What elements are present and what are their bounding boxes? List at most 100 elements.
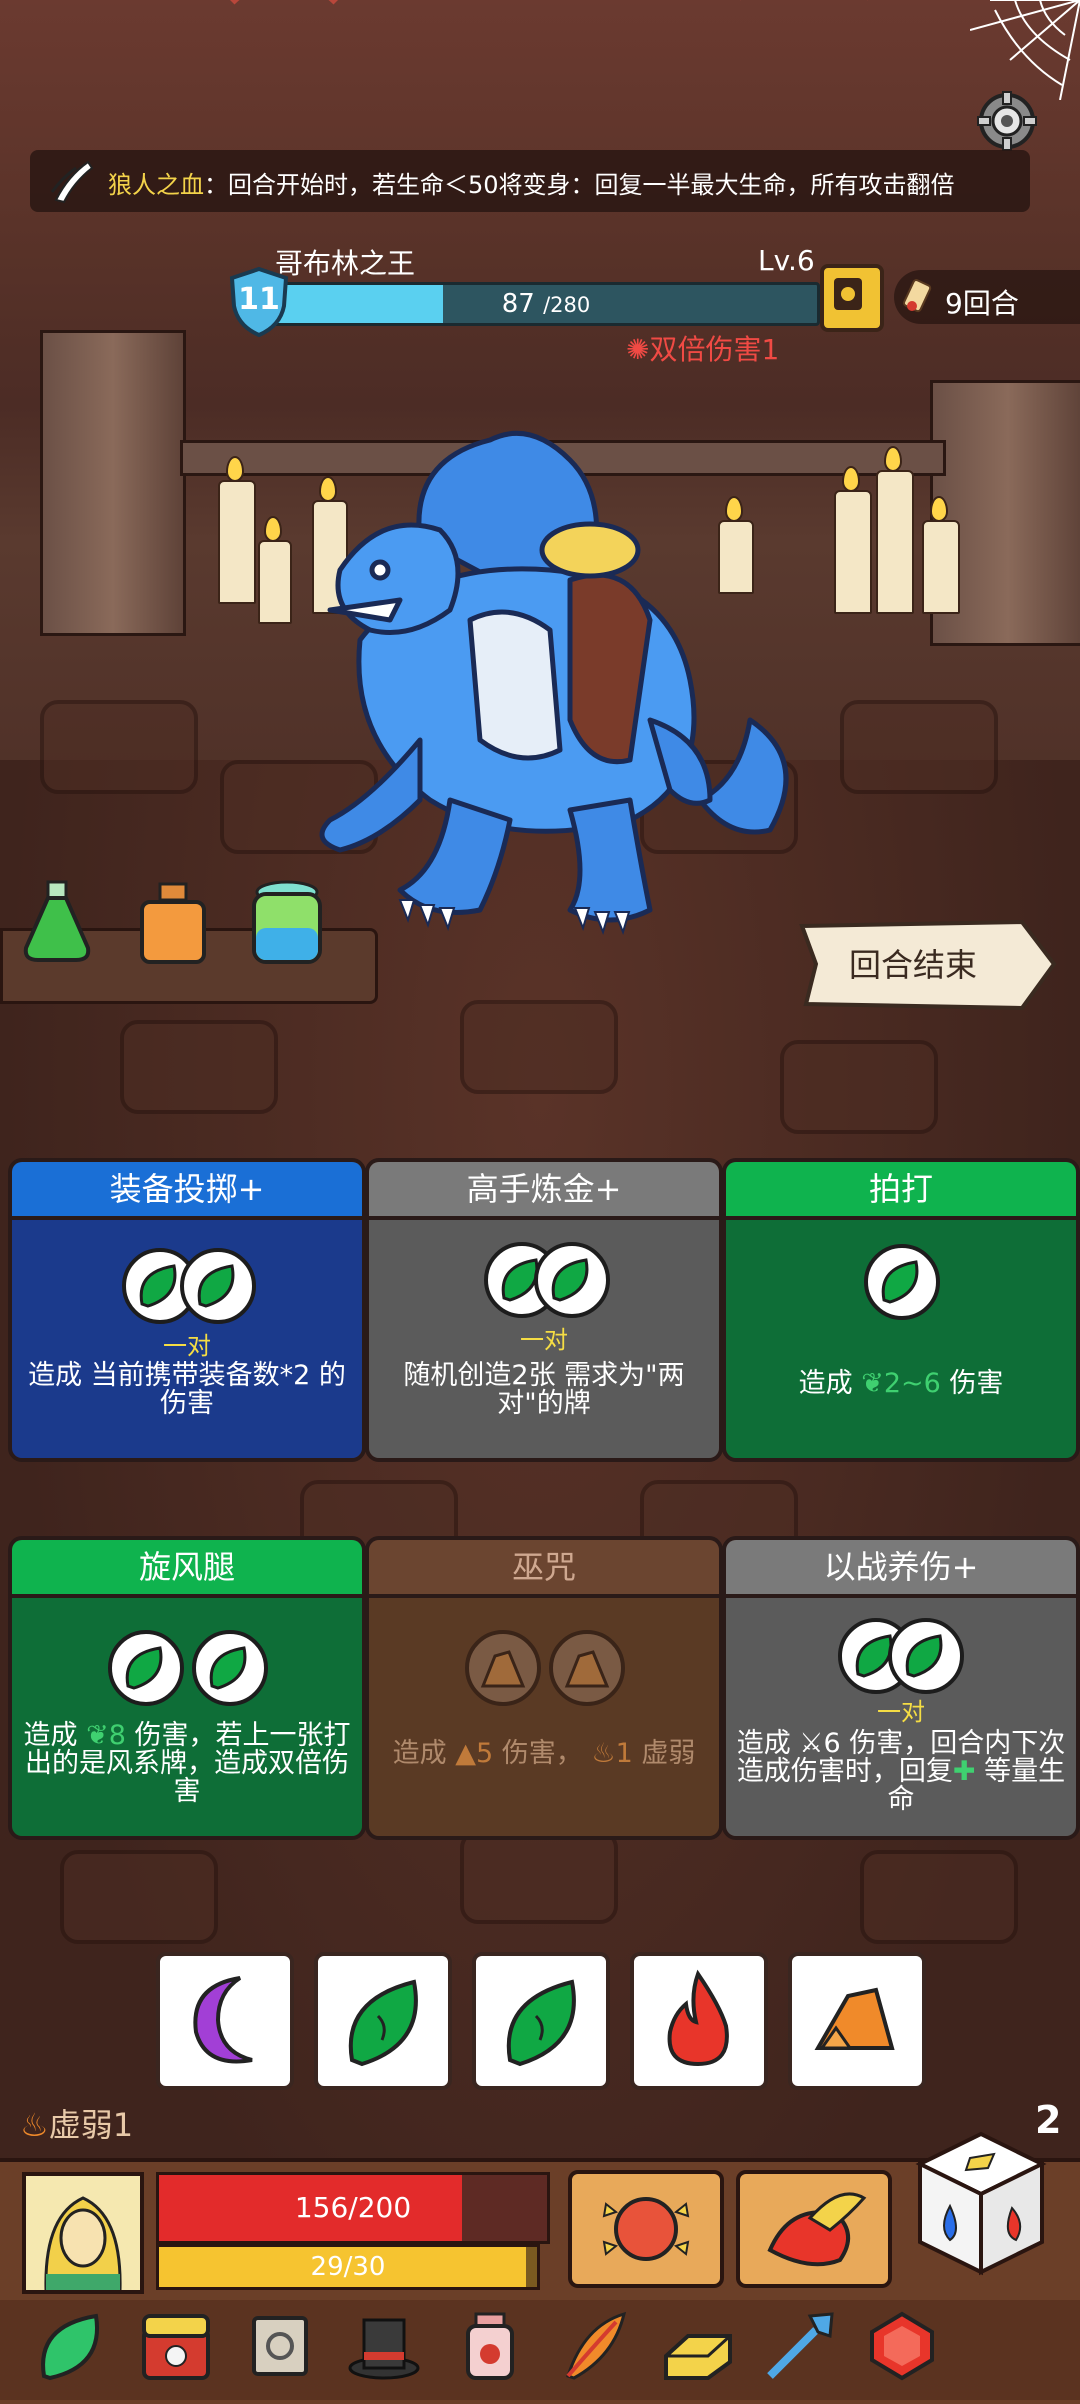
card-description: 造成 ❦8 伤害，若上一张打出的是风系牌，造成双倍伤害: [22, 1722, 352, 1806]
card-requirement: 一对: [877, 1698, 925, 1726]
cobweb-decoration: [970, 0, 1080, 100]
die-rock[interactable]: [788, 1952, 926, 2090]
feather-relic-icon[interactable]: [554, 2306, 634, 2386]
skill-punch[interactable]: [568, 2170, 724, 2288]
floor-tile: [60, 1850, 218, 1944]
orange-potion-icon[interactable]: [128, 878, 218, 968]
card-requirement: 一对: [520, 1326, 568, 1354]
enemy-passive-text: 狼人之血：回合开始时，若生命＜50将变身：回复一半最大生命，所有攻击翻倍: [108, 165, 955, 200]
stone-pillar: [40, 330, 186, 636]
candle: [876, 470, 914, 614]
double-damage-icon: ✺: [626, 333, 650, 366]
card-title: 旋风腿: [12, 1540, 362, 1598]
werewolf-enemy[interactable]: [270, 420, 810, 940]
die-moon[interactable]: [156, 1952, 294, 2090]
enemy-intent-icon[interactable]: [820, 264, 884, 332]
leaf-relic-icon[interactable]: [30, 2306, 110, 2386]
floor-tile: [40, 700, 198, 794]
enemy-health-bar: 87 /280: [272, 282, 820, 326]
card-description: 造成 ❦2~6 伤害: [736, 1370, 1066, 1398]
candle: [922, 520, 960, 614]
fist-icon: [602, 2197, 690, 2261]
fire-icon: [667, 1969, 729, 2067]
player-health-text: 156/200: [294, 2191, 412, 2224]
card-body: 一对 造成 ⚔6 伤害，回合内下次造成伤害时，回复✚ 等量生命: [726, 1598, 1076, 1836]
leaf-rune-icon: [192, 1630, 268, 1706]
fire-burst-icon: [767, 2192, 867, 2267]
trident-relic-icon[interactable]: [760, 2306, 840, 2386]
leaf-icon: [506, 1979, 576, 2067]
rainbow-potion-icon[interactable]: [242, 878, 332, 968]
green-potion-icon[interactable]: [12, 876, 102, 966]
card-title: 以战养伤+: [726, 1540, 1076, 1598]
desc-text: 伤害: [940, 1368, 1004, 1399]
scroll-relic-icon[interactable]: [240, 2306, 320, 2386]
die-fire[interactable]: [630, 1952, 768, 2090]
card-hex-curse[interactable]: 巫咒 造成 ▲5 伤害， ♨1 虚弱: [365, 1536, 723, 1840]
card-slap[interactable]: 拍打 造成 ❦2~6 伤害: [722, 1158, 1080, 1462]
treasure-chest-relic-icon[interactable]: [136, 2306, 216, 2386]
desc-text: 造成: [736, 1728, 800, 1759]
enemy-level: Lv.6: [758, 244, 815, 277]
player-weak-status: ♨虚弱1: [20, 2100, 133, 2146]
element-dice-cube[interactable]: [912, 2128, 1050, 2278]
card-body: 造成 ❦8 伤害，若上一张打出的是风系牌，造成双倍伤害: [12, 1598, 362, 1836]
floor-tile: [840, 700, 998, 794]
card-title: 拍打: [726, 1162, 1076, 1220]
damage-value: 5: [476, 1738, 494, 1769]
card-description: 随机创造2张 需求为"两对"的牌: [403, 1360, 685, 1419]
card-master-alchemy[interactable]: 高手炼金+ 一对 随机创造2张 需求为"两对"的牌: [365, 1158, 723, 1462]
floor-tile: [460, 1830, 618, 1924]
player-health-bar: 156/200: [156, 2172, 550, 2244]
ruby-relic-icon[interactable]: [862, 2306, 942, 2386]
passive-description: 回合开始时，若生命＜50将变身：回复一半最大生命，所有攻击翻倍: [228, 171, 955, 199]
candle-flame: [842, 466, 860, 492]
card-equipment-throw[interactable]: 装备投掷+ 一对 造成 当前携带装备数*2 的伤害: [8, 1158, 366, 1462]
floor-tile: [780, 1040, 938, 1134]
jar-relic-icon[interactable]: [450, 2306, 530, 2386]
rock-icon: [814, 1987, 895, 2050]
desc-text: 造成: [798, 1368, 862, 1399]
enemy-hp-value: 87: [501, 289, 535, 319]
die-leaf[interactable]: [314, 1952, 452, 2090]
rock-icon: ▲: [455, 1738, 476, 1769]
enemy-status-effect: ✺双倍伤害1: [626, 328, 779, 368]
card-whirlwind-kick[interactable]: 旋风腿 造成 ❦8 伤害，若上一张打出的是风系牌，造成双倍伤害: [8, 1536, 366, 1840]
sword-icon: ⚔: [799, 1728, 824, 1759]
weak-icon: ♨: [591, 1738, 616, 1769]
skill-flame[interactable]: [736, 2170, 892, 2288]
card-body: 一对 随机创造2张 需求为"两对"的牌: [369, 1220, 719, 1458]
enemy-name: 哥布林之王: [275, 247, 416, 280]
floor-tile: [120, 1020, 278, 1114]
weak-label: 虚弱1: [48, 2106, 134, 2144]
gold-bar-relic-icon[interactable]: [658, 2306, 738, 2386]
floor-tile: [860, 1850, 1018, 1944]
card-title: 装备投掷+: [12, 1162, 362, 1220]
candle-flame: [884, 446, 902, 472]
candle-flame: [226, 456, 244, 482]
gear-icon[interactable]: [976, 90, 1038, 152]
card-battle-healing[interactable]: 以战养伤+ 一对 造成 ⚔6 伤害，回合内下次造成伤害时，回复✚ 等量生命: [722, 1536, 1080, 1840]
desc-text: 伤害，: [493, 1738, 592, 1769]
player-avatar[interactable]: [22, 2172, 144, 2294]
damage-value: 8: [108, 1720, 126, 1751]
scroll-icon: [903, 279, 932, 313]
top-hat-relic-icon[interactable]: [344, 2306, 424, 2386]
weak-icon: ♨: [20, 2106, 49, 2144]
die-leaf[interactable]: [472, 1952, 610, 2090]
enemy-hp-max: /280: [543, 293, 591, 317]
card-requirement: 一对: [163, 1332, 211, 1360]
candle: [218, 480, 256, 604]
moon-icon: [193, 1976, 253, 2064]
weak-value: 1: [615, 1738, 633, 1769]
card-body: 造成 ❦2~6 伤害: [726, 1220, 1076, 1458]
player-energy-bar: 29/30: [156, 2244, 540, 2290]
end-turn-label: 回合结束: [848, 946, 977, 984]
card-description: 造成 ⚔6 伤害，回合内下次造成伤害时，回复✚ 等量生命: [736, 1730, 1066, 1814]
candle-flame: [930, 496, 948, 522]
enemy-health-text: 87 /280: [275, 285, 817, 323]
card-description: 造成 ▲5 伤害， ♨1 虚弱: [379, 1740, 709, 1768]
leaf-rune-icon: [108, 1630, 184, 1706]
desc-text: 造成: [23, 1720, 87, 1751]
card-title: 巫咒: [369, 1540, 719, 1598]
